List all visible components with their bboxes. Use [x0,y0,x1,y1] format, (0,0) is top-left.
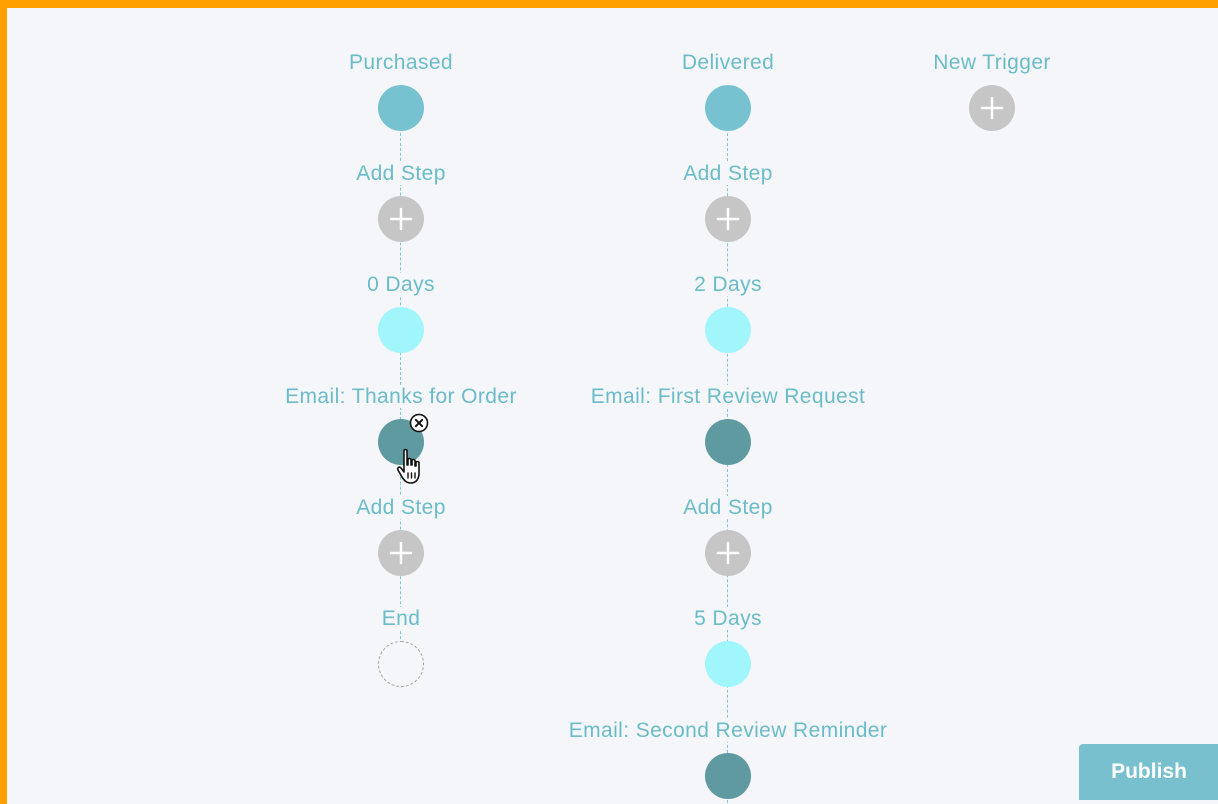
delay-node[interactable] [378,307,424,353]
plus-icon [980,96,1004,120]
delay-label: 2 Days [548,272,908,298]
delay-node[interactable] [705,641,751,687]
plus-icon [389,541,413,565]
workflow-canvas: Purchased Add Step 0 Days Email: Thanks … [7,8,1218,804]
add-step-button[interactable] [705,530,751,576]
add-step-label: Add Step [221,161,581,187]
email-node-first-review-request[interactable] [705,419,751,465]
hand-cursor-icon [396,448,420,484]
trigger-node-delivered[interactable] [705,85,751,131]
end-node [378,641,424,687]
add-step-button[interactable] [378,530,424,576]
trigger-label-purchased: Purchased [221,50,581,76]
email-label-thanks-for-order: Email: Thanks for Order [221,384,581,410]
new-trigger-label: New Trigger [812,50,1172,76]
delay-label: 0 Days [221,272,581,298]
add-step-button[interactable] [705,196,751,242]
add-step-button[interactable] [378,196,424,242]
add-step-label: Add Step [548,495,908,521]
add-step-label: Add Step [548,161,908,187]
plus-icon [716,541,740,565]
plus-icon [389,207,413,231]
plus-icon [716,207,740,231]
publish-button[interactable]: Publish [1079,744,1218,800]
remove-step-icon[interactable] [409,413,429,433]
end-label: End [221,606,581,632]
trigger-node-purchased[interactable] [378,85,424,131]
add-step-label: Add Step [221,495,581,521]
email-label-second-review-reminder: Email: Second Review Reminder [548,718,908,744]
email-label-first-review-request: Email: First Review Request [548,384,908,410]
email-node-second-review-reminder[interactable] [705,753,751,799]
delay-label: 5 Days [548,606,908,632]
delay-node[interactable] [705,307,751,353]
new-trigger-button[interactable] [969,85,1015,131]
